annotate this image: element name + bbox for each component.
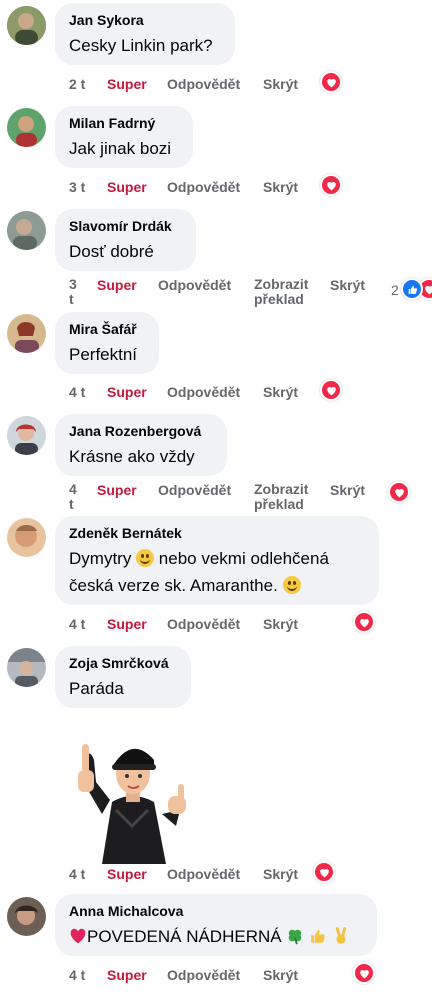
comment-text-part: POVEDENÁ NÁDHERNÁ bbox=[87, 927, 282, 946]
avatar-sticker[interactable] bbox=[62, 730, 202, 864]
hide-button[interactable]: Skrýt bbox=[263, 384, 298, 400]
heart-reaction-icon[interactable] bbox=[320, 174, 342, 196]
smile-emoji bbox=[282, 576, 301, 594]
heart-reaction-icon[interactable] bbox=[320, 71, 342, 93]
like-button[interactable]: Super bbox=[97, 482, 137, 498]
comment-time[interactable]: 2 t bbox=[69, 76, 85, 92]
comment-time-unit: t bbox=[69, 291, 74, 307]
like-button[interactable]: Super bbox=[107, 76, 147, 92]
hide-button[interactable]: Skrýt bbox=[330, 277, 365, 293]
like-button[interactable]: Super bbox=[107, 616, 147, 632]
hide-button[interactable]: Skrýt bbox=[263, 616, 298, 632]
hide-button[interactable]: Skrýt bbox=[263, 76, 298, 92]
comment-time[interactable]: 4 t bbox=[69, 384, 85, 400]
comment-text: Jak jinak bozi bbox=[69, 139, 172, 158]
clover-emoji bbox=[289, 929, 302, 945]
avatar[interactable] bbox=[7, 897, 46, 936]
comment-text-part: nebo vekmi odlehčená bbox=[158, 549, 329, 568]
comment-author[interactable]: Milan Fadrný bbox=[69, 115, 179, 132]
reply-button[interactable]: Odpovědět bbox=[158, 482, 231, 498]
comment-time[interactable]: 4 t bbox=[69, 967, 85, 983]
comment-time[interactable]: 3t bbox=[69, 277, 77, 307]
heart-reaction-icon[interactable] bbox=[353, 962, 375, 984]
heart-reaction-icon[interactable] bbox=[388, 481, 410, 503]
comment-time[interactable]: 4 t bbox=[69, 866, 85, 882]
victory-hand-emoji bbox=[335, 927, 347, 944]
comment-bubble: Milan Fadrný Jak jinak bozi bbox=[55, 106, 193, 168]
avatar[interactable] bbox=[7, 648, 46, 687]
translate-button[interactable]: Zobrazit překlad bbox=[254, 277, 316, 307]
heart-reaction-icon[interactable] bbox=[353, 611, 375, 633]
reaction-count[interactable]: 2 bbox=[391, 282, 399, 298]
comment-text-part: česká verze sk. Amaranthe. bbox=[69, 576, 278, 595]
thumbs-up-icon bbox=[311, 930, 325, 943]
comment-author[interactable]: Slavomír Drdák bbox=[69, 218, 182, 235]
avatar[interactable] bbox=[7, 416, 46, 455]
comment-time[interactable]: 4 t bbox=[69, 616, 85, 632]
comment-time-number: 3 bbox=[69, 276, 77, 292]
like-button[interactable]: Super bbox=[107, 967, 147, 983]
comment-time[interactable]: 3 t bbox=[69, 179, 85, 195]
comment-time[interactable]: 4t bbox=[69, 482, 77, 512]
hide-button[interactable]: Skrýt bbox=[263, 967, 298, 983]
comment-author[interactable]: Jan Sykora bbox=[69, 12, 221, 29]
comment-text: Paráda bbox=[69, 679, 124, 698]
avatar[interactable] bbox=[7, 211, 46, 250]
avatar[interactable] bbox=[7, 6, 46, 45]
comment-author[interactable]: Zoja Smrčková bbox=[69, 655, 177, 672]
translate-button[interactable]: Zobrazit překlad bbox=[254, 482, 316, 512]
comment-bubble: Mira Šafář Perfektní bbox=[55, 312, 159, 374]
reply-button[interactable]: Odpovědět bbox=[167, 384, 240, 400]
reply-button[interactable]: Odpovědět bbox=[158, 277, 231, 293]
comment-bubble: Slavomír Drdák Dosť dobré bbox=[55, 209, 196, 271]
comment-text: Cesky Linkin park? bbox=[69, 36, 213, 55]
avatar[interactable] bbox=[7, 108, 46, 147]
smile-emoji bbox=[136, 549, 155, 567]
heart-icon bbox=[70, 928, 86, 944]
like-button[interactable]: Super bbox=[97, 277, 137, 293]
like-button[interactable]: Super bbox=[107, 179, 147, 195]
comment-author[interactable]: Mira Šafář bbox=[69, 321, 145, 338]
like-button[interactable]: Super bbox=[107, 384, 147, 400]
hide-button[interactable]: Skrýt bbox=[263, 866, 298, 882]
avatar[interactable] bbox=[7, 314, 46, 353]
comment-text: Dymytry nebo vekmi odlehčená bbox=[69, 547, 365, 570]
comment-text: česká verze sk. Amaranthe. bbox=[69, 574, 365, 597]
heart-reaction-icon[interactable] bbox=[313, 861, 335, 883]
like-button[interactable]: Super bbox=[107, 866, 147, 882]
comment-author[interactable]: Zdeněk Bernátek bbox=[69, 525, 365, 542]
hide-button[interactable]: Skrýt bbox=[330, 482, 365, 498]
comment-author[interactable]: Anna Michalcova bbox=[69, 903, 363, 920]
reply-button[interactable]: Odpovědět bbox=[167, 967, 240, 983]
reply-button[interactable]: Odpovědět bbox=[167, 76, 240, 92]
hide-button[interactable]: Skrýt bbox=[263, 179, 298, 195]
comment-bubble: Jan Sykora Cesky Linkin park? bbox=[55, 3, 235, 65]
comment-bubble: Jana Rozenbergová Krásne ako vždy bbox=[55, 414, 227, 476]
reply-button[interactable]: Odpovědět bbox=[167, 179, 240, 195]
reply-button[interactable]: Odpovědět bbox=[167, 616, 240, 632]
comment-time-number: 4 bbox=[69, 481, 77, 497]
comment-bubble: Zdeněk Bernátek Dymytry nebo vekmi odleh… bbox=[55, 516, 379, 605]
reply-button[interactable]: Odpovědět bbox=[167, 866, 240, 882]
thumbs-up-icon[interactable] bbox=[401, 278, 423, 300]
avatar[interactable] bbox=[7, 518, 46, 557]
comment-text: POVEDENÁ NÁDHERNÁ bbox=[69, 925, 363, 948]
comment-time-unit: t bbox=[69, 496, 74, 512]
comment-author[interactable]: Jana Rozenbergová bbox=[69, 423, 213, 440]
comment-text: Perfektní bbox=[69, 345, 138, 364]
comment-bubble: Zoja Smrčková Paráda bbox=[55, 646, 191, 708]
comment-text-part: Dymytry bbox=[69, 549, 132, 568]
heart-reaction-icon[interactable] bbox=[320, 379, 342, 401]
comment-bubble: Anna Michalcova POVEDENÁ NÁDHERNÁ bbox=[55, 894, 377, 956]
comment-text: Krásne ako vždy bbox=[69, 447, 195, 466]
comment-text: Dosť dobré bbox=[69, 242, 154, 261]
